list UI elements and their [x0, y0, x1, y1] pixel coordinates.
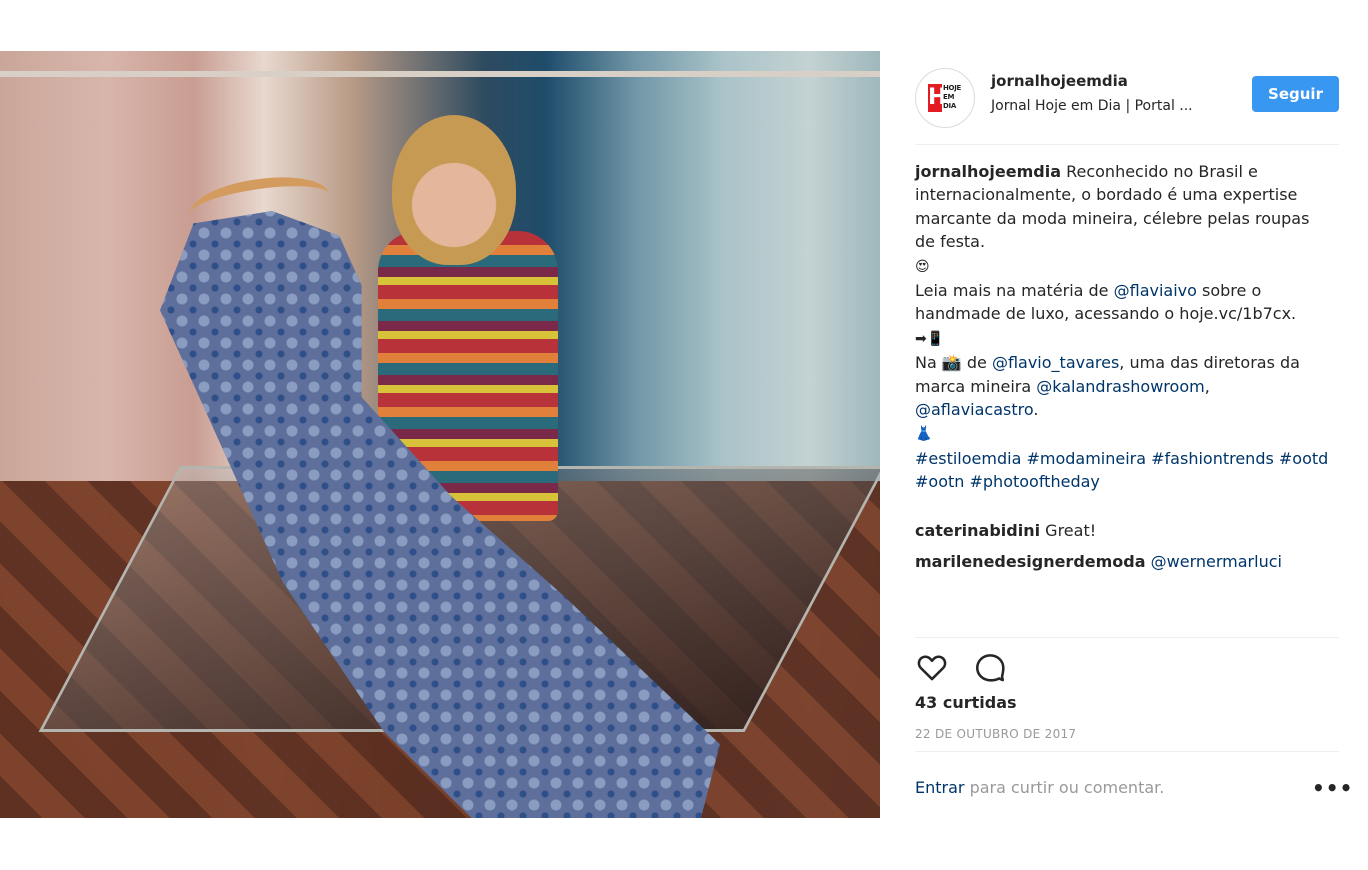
- woman-head: [392, 115, 516, 265]
- comment-item: marilenedesignerdemoda @wernermarluci: [915, 552, 1282, 571]
- header-location[interactable]: Jornal Hoje em Dia | Portal ...: [991, 98, 1193, 114]
- heart-icon[interactable]: [915, 650, 949, 684]
- heart-eyes-emoji: 😍: [915, 258, 930, 275]
- speech-bubble-icon[interactable]: [973, 650, 1007, 684]
- mention-aflaviacastro[interactable]: @aflaviacastro: [915, 400, 1033, 419]
- caption-hashtags[interactable]: #estiloemdia #modamineira #fashiontrends…: [915, 447, 1333, 494]
- caption: jornalhojeemdia Reconhecido no Brasil e …: [915, 160, 1333, 494]
- caption-text-2a: Leia mais na matéria de: [915, 281, 1114, 301]
- post-header: H HOJE EM DIA jornalhojeemdia Jornal Hoj…: [915, 66, 1339, 128]
- clothes-rail: [0, 71, 880, 77]
- mention-flavio-tavares[interactable]: @flavio_tavares: [992, 353, 1119, 372]
- header-divider: [915, 144, 1339, 145]
- follow-button[interactable]: Seguir: [1252, 76, 1339, 112]
- login-link[interactable]: Entrar: [915, 778, 964, 797]
- avatar[interactable]: H HOJE EM DIA: [915, 68, 975, 128]
- post-photo[interactable]: [0, 51, 880, 818]
- dress-emoji: 👗: [915, 426, 933, 443]
- login-divider: [915, 751, 1339, 752]
- action-bar: [915, 650, 1035, 684]
- mention-flaviaivo[interactable]: @flaviaivo: [1114, 281, 1197, 300]
- caption-text-3d: .: [1033, 400, 1039, 420]
- caption-text-3c: ,: [1204, 376, 1210, 396]
- comment-text: Great!: [1040, 521, 1097, 540]
- actions-divider: [915, 637, 1339, 638]
- caption-username[interactable]: jornalhojeemdia: [915, 162, 1061, 181]
- comment-item: caterinabidini Great!: [915, 521, 1096, 540]
- comment-username[interactable]: caterinabidini: [915, 521, 1040, 540]
- likes-count[interactable]: 43 curtidas: [915, 693, 1017, 712]
- caption-text-3a: Na 📸 de: [915, 353, 992, 373]
- mention-kalandrashowroom[interactable]: @kalandrashowroom: [1036, 377, 1204, 396]
- header-username[interactable]: jornalhojeemdia: [991, 72, 1128, 90]
- login-prompt: Entrar para curtir ou comentar.: [915, 778, 1164, 797]
- arrow-phone-emoji: ➡📱: [915, 330, 945, 347]
- post-date[interactable]: 22 DE OUTUBRO DE 2017: [915, 727, 1076, 741]
- more-options-icon[interactable]: •••: [1312, 776, 1353, 800]
- comment-username[interactable]: marilenedesignerdemoda: [915, 552, 1146, 571]
- login-text: para curtir ou comentar.: [964, 778, 1165, 797]
- avatar-logo-letter: H: [928, 84, 947, 112]
- avatar-logo-text: HOJE EM DIA: [943, 84, 961, 110]
- comment-mention[interactable]: @wernermarluci: [1151, 552, 1282, 571]
